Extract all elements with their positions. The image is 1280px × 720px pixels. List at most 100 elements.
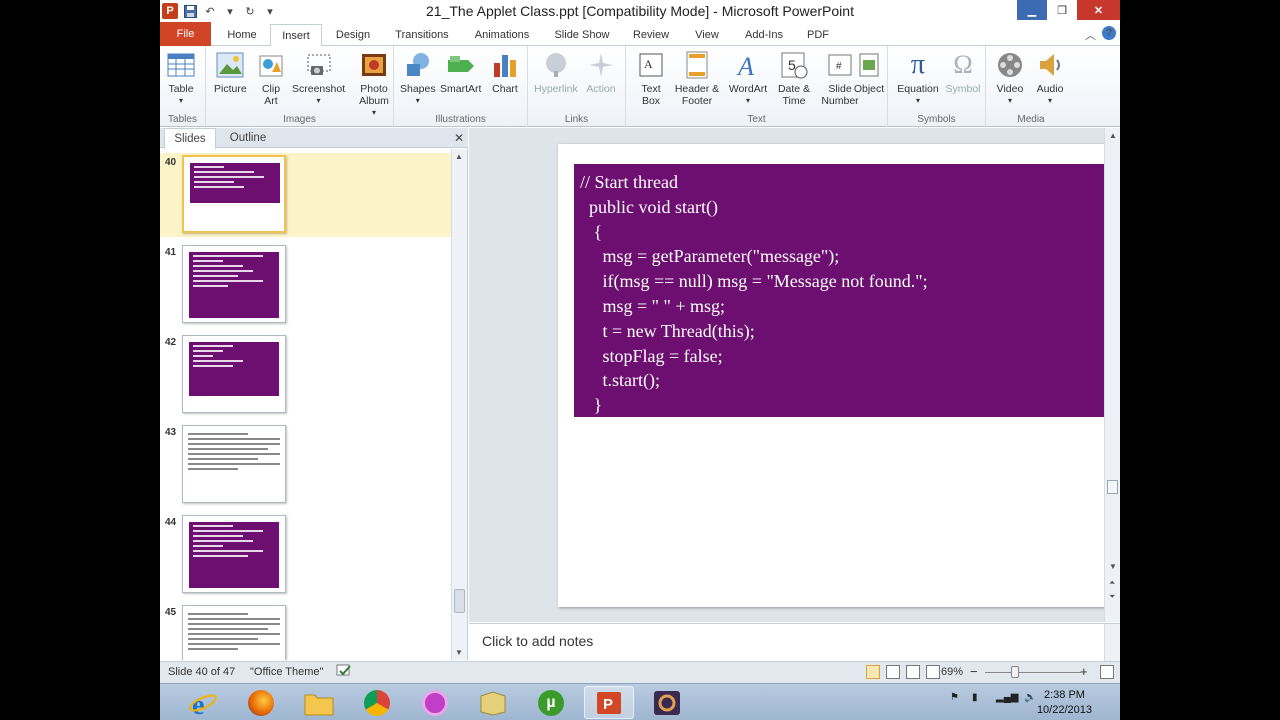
notes-pane[interactable]: Click to add notes xyxy=(469,623,1120,661)
text-box-label: Text Box xyxy=(641,83,661,107)
clip-art-button[interactable]: Clip Art xyxy=(256,50,286,107)
slide-number: 45 xyxy=(165,607,177,618)
code-line: // Start thread xyxy=(580,172,678,192)
tab-file[interactable]: File xyxy=(160,22,211,46)
ribbon-tabs: File Home Insert Design Transitions Anim… xyxy=(160,22,1120,47)
theme-name[interactable]: "Office Theme" xyxy=(250,666,323,678)
folder-app-icon[interactable] xyxy=(468,686,518,719)
next-slide-icon[interactable]: ⏷ xyxy=(1109,592,1115,602)
shapes-label: Shapes xyxy=(400,83,436,95)
tab-transitions[interactable]: Transitions xyxy=(388,24,456,46)
slide-thumbnail-42[interactable]: 42 xyxy=(160,333,452,417)
tab-home[interactable]: Home xyxy=(220,24,264,46)
current-slide[interactable]: // Start thread public void start() { ms… xyxy=(558,144,1120,607)
notes-placeholder[interactable]: Click to add notes xyxy=(482,633,593,649)
action-button[interactable]: Action xyxy=(586,50,616,95)
slide-thumbnail-43[interactable]: 43 xyxy=(160,423,452,507)
group-label-images: Images xyxy=(283,114,316,125)
minimize-ribbon-icon[interactable]: ︿ xyxy=(1085,27,1096,43)
group-label-tables: Tables xyxy=(168,114,197,125)
reading-view-icon[interactable] xyxy=(906,665,920,679)
tray-flag-icon[interactable]: ⚑ xyxy=(950,692,959,703)
shapes-button[interactable]: Shapes ▾ xyxy=(400,50,436,107)
internet-explorer-icon[interactable]: e xyxy=(178,686,228,719)
tray-network-icon[interactable]: ▂▄▆ xyxy=(996,692,1018,703)
table-button[interactable]: Table ▾ xyxy=(166,50,196,107)
equation-label: Equation xyxy=(897,83,939,95)
tray-device-icon[interactable]: ▮ xyxy=(972,692,978,703)
zoom-in-button[interactable]: + xyxy=(1080,664,1088,679)
slide-thumbnail-44[interactable]: 44 xyxy=(160,513,452,597)
tab-insert[interactable]: Insert xyxy=(270,24,322,47)
powerpoint-taskbar-icon[interactable]: P xyxy=(584,686,634,719)
tab-review[interactable]: Review xyxy=(626,24,676,46)
tab-design[interactable]: Design xyxy=(328,24,378,46)
fit-to-window-icon[interactable] xyxy=(1100,665,1114,679)
photo-album-button[interactable]: Photo Album ▾ xyxy=(354,50,394,119)
svg-text:A: A xyxy=(736,52,754,79)
zoom-slider[interactable] xyxy=(985,672,1081,673)
normal-view-icon[interactable] xyxy=(866,665,880,679)
group-links: Hyperlink Action Links xyxy=(528,46,626,127)
notes-scrollbar[interactable] xyxy=(1104,624,1120,661)
slide-thumbnail-41[interactable]: 41 xyxy=(160,243,452,327)
date-time-button[interactable]: 5 Date & Time xyxy=(774,50,814,107)
scroll-down-icon[interactable]: ▼ xyxy=(1109,562,1117,571)
equation-button[interactable]: π Equation ▾ xyxy=(896,50,940,107)
close-pane-icon[interactable]: ✕ xyxy=(454,131,464,145)
hyperlink-button[interactable]: Hyperlink xyxy=(534,50,578,95)
audio-label: Audio xyxy=(1036,83,1064,95)
tab-add-ins[interactable]: Add-Ins xyxy=(738,24,790,46)
minimize-button[interactable]: ▁ xyxy=(1017,0,1047,20)
restore-button[interactable]: ❐ xyxy=(1047,0,1077,20)
java-ide-icon[interactable] xyxy=(642,686,692,719)
header-footer-button[interactable]: Header & Footer xyxy=(672,50,722,107)
file-explorer-icon[interactable] xyxy=(294,686,344,719)
spell-check-icon[interactable] xyxy=(336,664,352,681)
window-controls: ▁ ❐ ✕ xyxy=(1017,0,1120,20)
slide-thumbnail-40[interactable]: 40 xyxy=(160,153,452,237)
tab-slides[interactable]: Slides xyxy=(164,128,216,149)
app-icon-purple[interactable] xyxy=(410,686,460,719)
symbol-button[interactable]: Ω Symbol xyxy=(944,50,982,96)
scroll-thumb[interactable] xyxy=(454,589,465,613)
zoom-level[interactable]: 69% xyxy=(941,666,963,678)
firefox-icon[interactable] xyxy=(236,686,286,719)
tray-volume-icon[interactable]: 🔈 xyxy=(1024,692,1036,703)
system-clock[interactable]: 2:38 PM 10/22/2013 xyxy=(1037,688,1092,718)
scroll-down-icon[interactable]: ▼ xyxy=(455,648,463,657)
object-button[interactable]: Object xyxy=(850,50,888,95)
slide-show-view-icon[interactable] xyxy=(926,665,940,679)
wordart-button[interactable]: A WordArt ▾ xyxy=(726,50,770,107)
thumbnails-scrollbar[interactable]: ▲ ▼ xyxy=(451,149,467,660)
group-text: A Text Box Header & Footer A WordArt ▾ 5 xyxy=(626,46,888,127)
zoom-out-button[interactable]: − xyxy=(970,664,978,679)
tab-pdf[interactable]: PDF xyxy=(800,24,836,46)
scroll-thumb[interactable] xyxy=(1107,480,1118,494)
close-button[interactable]: ✕ xyxy=(1077,0,1120,20)
zoom-slider-knob[interactable] xyxy=(1011,666,1019,678)
chart-button[interactable]: Chart xyxy=(490,50,520,95)
utorrent-icon[interactable]: µ xyxy=(526,686,576,719)
previous-slide-icon[interactable]: ⏶ xyxy=(1109,578,1115,588)
slide-thumbnail-45[interactable]: 45 xyxy=(160,603,452,660)
action-icon xyxy=(586,50,616,80)
text-box-button[interactable]: A Text Box xyxy=(634,50,668,107)
slide-sorter-icon[interactable] xyxy=(886,665,900,679)
help-icon[interactable]: ? xyxy=(1102,26,1116,40)
scroll-up-icon[interactable]: ▲ xyxy=(1109,131,1117,140)
audio-button[interactable]: Audio ▾ xyxy=(1032,50,1068,107)
tab-view[interactable]: View xyxy=(686,24,728,46)
video-button[interactable]: Video ▾ xyxy=(992,50,1028,107)
editor-scrollbar[interactable]: ▲ ▼ ⏶ ⏷ xyxy=(1104,128,1120,622)
scroll-up-icon[interactable]: ▲ xyxy=(455,152,463,161)
picture-button[interactable]: Picture xyxy=(214,50,247,95)
tab-animations[interactable]: Animations xyxy=(466,24,538,46)
code-text-box[interactable]: // Start thread public void start() { ms… xyxy=(574,164,1120,417)
screenshot-button[interactable]: Screenshot ▾ xyxy=(292,50,345,107)
smartart-button[interactable]: SmartArt xyxy=(440,50,481,95)
chrome-icon[interactable] xyxy=(352,686,402,719)
tab-outline[interactable]: Outline xyxy=(222,128,274,148)
tab-slide-show[interactable]: Slide Show xyxy=(548,24,616,46)
speaker-icon xyxy=(1035,50,1065,80)
